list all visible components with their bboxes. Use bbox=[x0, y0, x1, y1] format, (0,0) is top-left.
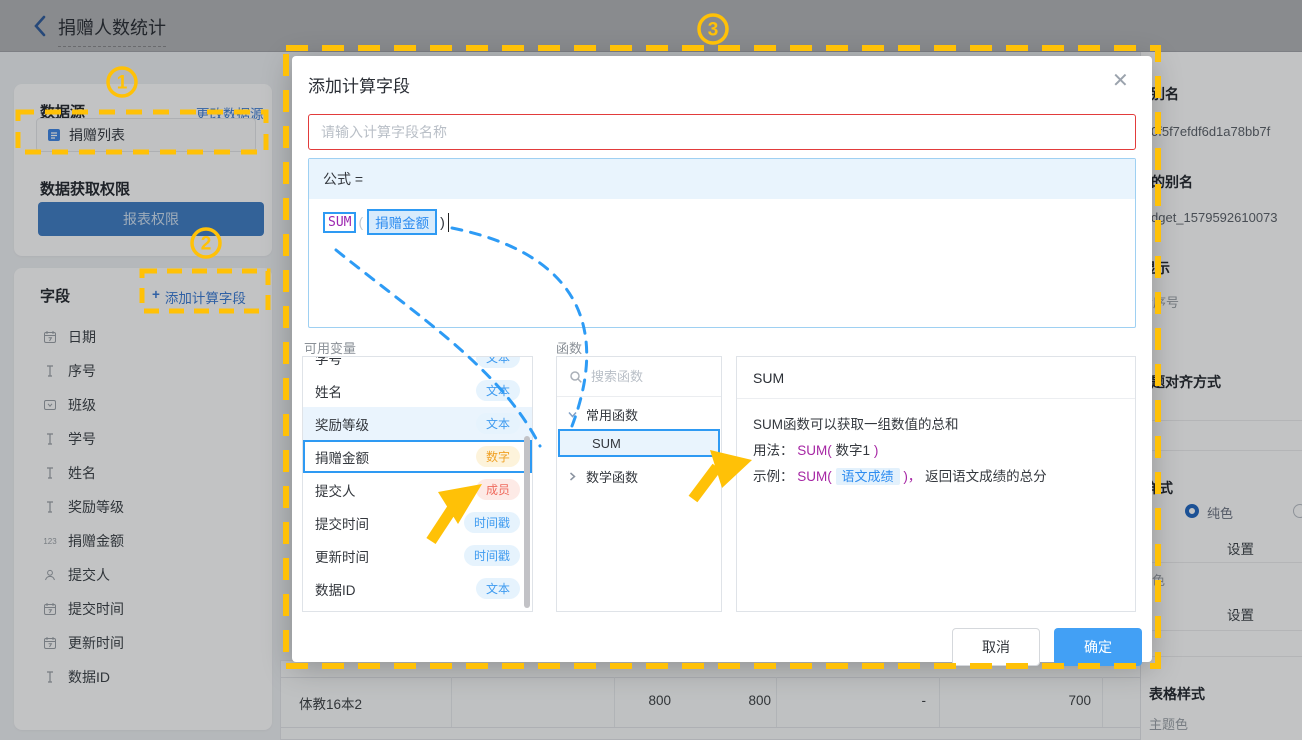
function-usage: 用法： SUM( 数字1 ) bbox=[753, 439, 878, 459]
add-calc-field-modal: 添加计算字段 ✕ 公式 = SUM ( 捐赠金额 ) 可用变量 函数 学号文本 … bbox=[292, 56, 1152, 662]
tree-group-label: 数学函数 bbox=[586, 467, 638, 486]
example-field-chip: 语文成绩 bbox=[836, 468, 900, 485]
example-close: )， bbox=[903, 469, 921, 484]
modal-backdrop-top bbox=[0, 0, 1302, 52]
variable-name: 提交人 bbox=[315, 480, 356, 500]
calc-field-name-input[interactable] bbox=[308, 114, 1136, 150]
variable-row[interactable]: 提交时间 时间戳 bbox=[303, 506, 532, 539]
tree-group-label: 常用函数 bbox=[586, 405, 638, 424]
type-badge: 文本 bbox=[476, 578, 520, 599]
type-badge: 文本 bbox=[476, 356, 520, 368]
variables-label: 可用变量 bbox=[304, 338, 356, 357]
functions-box: 常用函数 SUM 数学函数 bbox=[556, 356, 722, 612]
function-detail: SUM SUM函数可以获取一组数值的总和 用法： SUM( 数字1 ) 示例： … bbox=[736, 356, 1136, 612]
variables-list: 学号文本 姓名文本 奖励等级文本 捐赠金额数字 提交人成员 提交时间时间戳 更新… bbox=[302, 356, 533, 612]
type-badge: 数字 bbox=[476, 446, 520, 467]
variable-row[interactable]: 更新时间 时间戳 bbox=[303, 539, 532, 572]
modal-title: 添加计算字段 bbox=[308, 72, 410, 97]
variable-name: 数据ID bbox=[315, 579, 356, 599]
variable-name: 更新时间 bbox=[315, 546, 369, 566]
functions-label: 函数 bbox=[556, 338, 582, 357]
formula-token-field[interactable]: 捐赠金额 bbox=[367, 209, 437, 235]
cancel-button[interactable]: 取消 bbox=[952, 628, 1040, 666]
variable-row[interactable]: 姓名 文本 bbox=[303, 374, 532, 407]
close-icon[interactable]: ✕ bbox=[1112, 68, 1129, 93]
tree-group-math[interactable]: 数学函数 bbox=[567, 467, 638, 486]
formula-editor[interactable]: 公式 = SUM ( 捐赠金额 ) bbox=[308, 158, 1136, 328]
variable-row[interactable]: 数据ID 文本 bbox=[303, 572, 532, 605]
function-detail-title: SUM bbox=[737, 357, 1135, 399]
variable-name: 学号 bbox=[315, 356, 342, 368]
function-search[interactable] bbox=[557, 357, 721, 397]
function-search-input[interactable] bbox=[591, 369, 701, 384]
ok-button[interactable]: 确定 bbox=[1054, 628, 1142, 666]
usage-fn: SUM( bbox=[797, 443, 832, 458]
chevron-right-icon bbox=[567, 471, 578, 482]
app-root: 捐赠人数统计 数据源 更改数据源 捐赠列表 数据获取权限 报表权限 字段 + 添… bbox=[0, 0, 1302, 740]
usage-prefix: 用法： bbox=[753, 443, 794, 458]
scrollbar-thumb[interactable] bbox=[524, 436, 530, 608]
variable-name: 姓名 bbox=[315, 381, 342, 401]
variable-name: 提交时间 bbox=[315, 513, 369, 533]
variable-row-selected[interactable]: 捐赠金额 数字 bbox=[303, 440, 532, 473]
function-description: SUM函数可以获取一组数值的总和 bbox=[753, 413, 959, 433]
variable-row[interactable]: 提交人 成员 bbox=[303, 473, 532, 506]
type-badge: 成员 bbox=[476, 479, 520, 500]
tree-item-sum[interactable]: SUM bbox=[558, 429, 720, 457]
variable-row[interactable]: 奖励等级 文本 bbox=[303, 407, 532, 440]
type-badge: 文本 bbox=[476, 380, 520, 401]
tree-group-common[interactable]: 常用函数 bbox=[567, 405, 638, 424]
variable-name: 奖励等级 bbox=[315, 414, 369, 434]
example-fn: SUM( bbox=[797, 469, 832, 484]
type-badge: 时间戳 bbox=[464, 545, 520, 566]
formula-close-paren: ) bbox=[440, 214, 445, 230]
chevron-down-icon bbox=[567, 409, 578, 420]
formula-expression: SUM ( 捐赠金额 ) bbox=[323, 209, 449, 235]
formula-open-paren: ( bbox=[358, 214, 363, 230]
search-icon bbox=[569, 370, 583, 384]
type-badge: 文本 bbox=[476, 413, 520, 434]
variable-row[interactable]: 学号 文本 bbox=[303, 356, 532, 374]
example-prefix: 示例： bbox=[753, 469, 794, 484]
example-suffix: 返回语文成绩的总分 bbox=[925, 469, 1047, 484]
usage-arg: 数字1 bbox=[836, 443, 871, 458]
function-example: 示例： SUM( 语文成绩 )， 返回语文成绩的总分 bbox=[753, 465, 1047, 485]
type-badge: 时间戳 bbox=[464, 512, 520, 533]
text-cursor bbox=[448, 213, 450, 232]
variable-name: 捐赠金额 bbox=[315, 447, 369, 467]
formula-prefix: 公式 = bbox=[309, 159, 1135, 199]
formula-token-sum[interactable]: SUM bbox=[323, 212, 356, 233]
usage-close: ) bbox=[874, 443, 879, 458]
